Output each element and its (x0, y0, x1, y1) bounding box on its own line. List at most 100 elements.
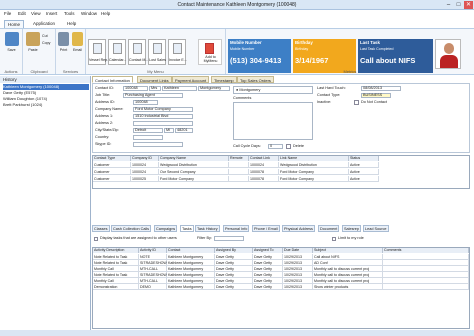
menu-view[interactable]: View (31, 11, 41, 16)
table-cell[interactable]: Ford Motor Company (279, 176, 349, 182)
task-column-header[interactable]: Assigned By (215, 248, 253, 253)
paste-icon[interactable] (26, 32, 40, 46)
col-contact-type[interactable]: Contact Type (93, 156, 131, 161)
contact-id-field[interactable]: 100048 (123, 86, 148, 91)
salutation-field[interactable]: Mrs (149, 86, 161, 91)
limit-role-checkbox[interactable] (332, 237, 336, 241)
address2-field[interactable] (133, 121, 193, 126)
save-icon[interactable] (5, 32, 19, 46)
menu-file[interactable]: File (4, 11, 11, 16)
filter-by-select[interactable] (214, 236, 244, 241)
tab-document-links[interactable]: Document Links (137, 76, 172, 83)
col-link-name[interactable]: Link Name (279, 156, 349, 161)
tab-contact-information[interactable]: Contact Information (92, 76, 133, 83)
address-id-field[interactable]: 100048 (133, 100, 158, 105)
state-field[interactable]: MI (164, 128, 174, 133)
tab-campaigns[interactable]: Campaigns (154, 225, 178, 232)
menu-tools[interactable]: Tools (64, 11, 75, 16)
tab-cash-collection-calls[interactable]: Cash Collection Calls (111, 225, 152, 232)
radio-montgomery[interactable]: ● Montgomery (236, 88, 260, 92)
menu-insert[interactable]: Insert (46, 11, 57, 16)
tile-birthday[interactable]: Birthday Birthday 3/14/1967 (293, 39, 356, 73)
job-title-field[interactable]: Purchasing Agent (123, 93, 183, 98)
table-cell[interactable]: Wedgwood Distribution (279, 162, 349, 168)
col-contact-link[interactable]: Contact Link (249, 156, 279, 161)
mymenu-contact[interactable]: Contact M... (128, 39, 148, 65)
call-cycle-days-field[interactable]: 0 (268, 144, 283, 149)
cut-button[interactable]: Cut (42, 34, 48, 38)
country-field[interactable] (133, 135, 163, 140)
table-cell[interactable]: Customer (93, 162, 131, 168)
close-button[interactable]: ✕ (464, 1, 473, 9)
menu-edit[interactable]: Edit (18, 11, 26, 16)
task-column-header[interactable]: Comments (383, 248, 469, 253)
task-column-header[interactable]: Contact (167, 248, 215, 253)
tab-salesrep[interactable]: Salesrep (342, 225, 361, 232)
maximize-button[interactable]: □ (454, 1, 463, 9)
col-company-name[interactable]: Company Name (159, 156, 229, 161)
table-cell[interactable]: Demonstration (93, 284, 139, 290)
mymenu-vessel-rep[interactable]: Vessel Rep... (88, 39, 110, 65)
table-cell[interactable]: DEMO (139, 284, 167, 290)
show-other-checkbox[interactable] (94, 237, 98, 241)
tab-phone-email[interactable]: Phone / Email (252, 225, 280, 232)
table-cell[interactable]: Active (349, 162, 379, 168)
table-cell[interactable] (383, 284, 469, 290)
add-to-mymenu-button[interactable]: Add to MyMenu (198, 39, 222, 65)
table-cell[interactable]: 1000024 (131, 169, 159, 175)
table-cell[interactable]: Kathleen Montgomery (167, 284, 215, 290)
table-cell[interactable]: 1000024 (249, 162, 279, 168)
tile-last-task[interactable]: Last Task Last Task Completed Call about… (358, 39, 433, 73)
table-cell[interactable]: Ford Motor Company (279, 169, 349, 175)
task-column-header[interactable]: Assigned To (253, 248, 283, 253)
mymenu-invoice[interactable]: Invoice E... (168, 39, 187, 65)
table-cell[interactable]: Active (349, 169, 379, 175)
task-column-header[interactable]: Due Date (283, 248, 313, 253)
skype-id-field[interactable] (133, 142, 183, 147)
menu-help[interactable]: Help (101, 11, 110, 16)
menu-window[interactable]: Window (81, 11, 97, 16)
table-cell[interactable]: 10/29/2013 (283, 284, 313, 290)
col-status[interactable]: Status (349, 156, 379, 161)
table-cell[interactable] (229, 169, 249, 175)
zip-field[interactable]: 48201 (175, 128, 193, 133)
task-column-header[interactable]: Activity Description (93, 248, 139, 253)
table-cell[interactable]: 1000024 (131, 162, 159, 168)
tab-home[interactable]: Home (4, 20, 25, 28)
table-cell[interactable]: 1000078 (249, 169, 279, 175)
tab-payment-account[interactable]: Payment Account (172, 76, 210, 83)
history-item[interactable]: Brett Parkhurst (1024) (3, 102, 89, 108)
table-cell[interactable] (229, 162, 249, 168)
task-column-header[interactable]: Subject (313, 248, 383, 253)
city-field[interactable]: Detroit (133, 128, 163, 133)
table-cell[interactable]: Wedgwood Distribution (159, 162, 229, 168)
copy-button[interactable]: Copy (42, 41, 50, 45)
col-company-id[interactable]: Company ID (131, 156, 159, 161)
task-column-header[interactable]: Activity ID (139, 248, 167, 253)
tab-task-history[interactable]: Task History (195, 225, 220, 232)
comments-textarea[interactable] (233, 102, 313, 140)
company-name-field[interactable]: Ford Motor Company (133, 107, 193, 112)
tab-help[interactable]: Help (64, 20, 79, 27)
minimize-button[interactable]: – (444, 1, 453, 9)
tab-tasks[interactable]: Tasks (180, 225, 194, 232)
table-cell[interactable]: Dave Getty (253, 284, 283, 290)
col-remote[interactable]: Remote (229, 156, 249, 161)
first-name-field[interactable]: Kathleen (162, 86, 197, 91)
tab-document[interactable]: Document (318, 225, 340, 232)
table-cell[interactable]: Customer (93, 169, 131, 175)
table-cell[interactable] (229, 176, 249, 182)
tab-personal-info[interactable]: Personal Info (223, 225, 250, 232)
table-cell[interactable]: Customer (93, 176, 131, 182)
contact-type-select[interactable]: BUSINESS (361, 93, 391, 98)
table-cell[interactable]: 1000025 (131, 176, 159, 182)
table-cell[interactable]: Dave Getty (215, 284, 253, 290)
tab-lead-source[interactable]: Lead Source (363, 225, 389, 232)
mymenu-lost-sales[interactable]: Lost Sales (148, 39, 166, 65)
last-hard-touch-field[interactable]: 08/08/2013 (361, 86, 401, 91)
email-icon[interactable] (72, 32, 83, 46)
tile-mobile[interactable]: Mobile Number Mobile Number (513) 304-94… (228, 39, 291, 73)
do-not-contact-checkbox[interactable] (354, 100, 359, 105)
last-name-field[interactable]: Montgomery (198, 86, 230, 91)
table-cell[interactable]: Our Second Company (159, 169, 229, 175)
